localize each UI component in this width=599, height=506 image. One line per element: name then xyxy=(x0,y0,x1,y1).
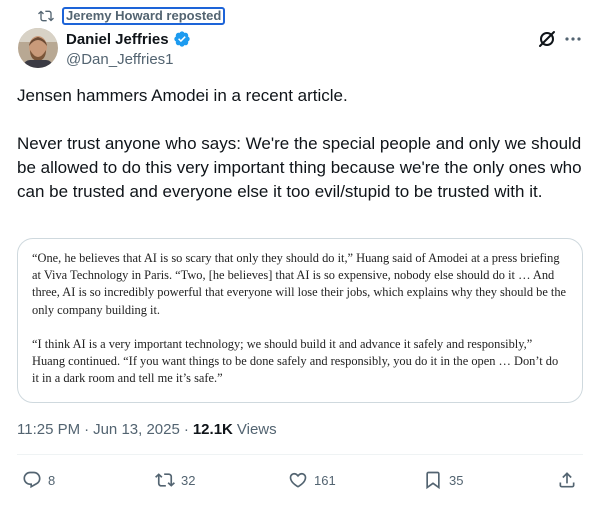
tweet-date[interactable]: Jun 13, 2025 xyxy=(93,421,180,438)
grok-icon[interactable] xyxy=(537,29,557,49)
quote-paragraph-1: “One, he believes that AI is so scary th… xyxy=(32,251,567,317)
more-icon[interactable] xyxy=(563,31,583,47)
reply-count: 8 xyxy=(48,472,56,488)
divider xyxy=(17,454,583,455)
tweet-time[interactable]: 11:25 PM xyxy=(17,421,80,438)
tweet-meta: 11:25 PM · Jun 13, 2025 · 12.1K Views xyxy=(17,421,277,438)
reply-icon xyxy=(22,470,42,490)
author-handle[interactable]: @Dan_Jeffries1 xyxy=(66,51,191,68)
views-count: 12.1K xyxy=(192,421,233,438)
share-icon xyxy=(557,470,577,490)
tweet-paragraph-1: Jensen hammers Amodei in a recent articl… xyxy=(17,86,348,105)
repost-icon xyxy=(38,8,54,24)
like-button[interactable]: 161 xyxy=(288,470,336,490)
verified-badge-icon xyxy=(173,30,191,48)
repost-label-link[interactable]: Jeremy Howard reposted xyxy=(62,7,226,25)
like-count: 161 xyxy=(314,472,336,488)
share-button[interactable] xyxy=(557,470,577,490)
meta-separator: · xyxy=(84,421,90,438)
quoted-text-card[interactable]: “One, he believes that AI is so scary th… xyxy=(17,238,583,403)
avatar[interactable] xyxy=(18,28,58,68)
repost-context: Jeremy Howard reposted xyxy=(38,6,226,26)
bookmark-icon xyxy=(423,470,443,490)
views-label: Views xyxy=(236,421,277,438)
tweet-text: Jensen hammers Amodei in a recent articl… xyxy=(17,84,582,204)
repost-icon xyxy=(155,470,175,490)
author-block: Daniel Jeffries @Dan_Jeffries1 xyxy=(66,29,191,68)
bookmark-count: 35 xyxy=(449,472,464,488)
repost-count: 32 xyxy=(181,472,196,488)
meta-separator-2: · xyxy=(183,421,189,438)
author-name[interactable]: Daniel Jeffries xyxy=(66,31,169,48)
repost-button[interactable]: 32 xyxy=(155,470,195,490)
tweet-paragraph-2: Never trust anyone who says: We're the s… xyxy=(17,134,582,201)
quote-paragraph-2: “I think AI is a very important technolo… xyxy=(32,336,559,386)
bookmark-button[interactable]: 35 xyxy=(423,470,463,490)
reply-button[interactable]: 8 xyxy=(22,470,55,490)
action-bar: 8 32 161 35 xyxy=(0,470,599,492)
heart-icon xyxy=(288,470,308,490)
